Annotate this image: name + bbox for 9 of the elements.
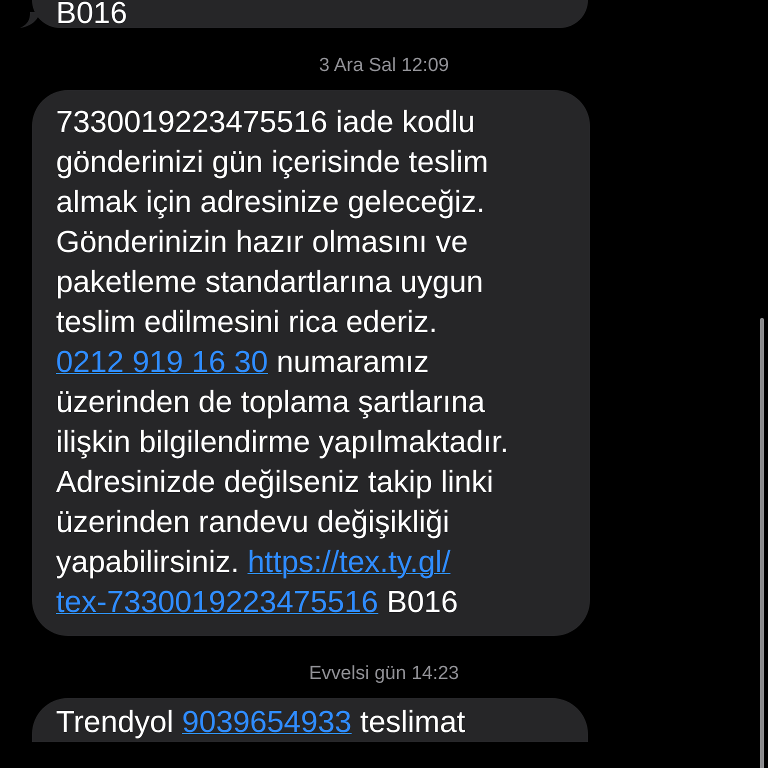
- message-bubble: Trendyol 9039654933 teslimat: [32, 698, 588, 742]
- message-link[interactable]: https://tex.ty.gl/: [248, 545, 450, 579]
- timestamp: Evvelsi gün 14:23: [308, 662, 460, 686]
- message-link[interactable]: 0212 919 16 30: [56, 345, 268, 379]
- message-bubble: 7330019223475516 iade kodlu gönderinizi gün içerisinde teslim almak için adresinize geleceğiz. Gönderinizin hazır olmasını ve paketleme standartlarına uygun teslim edilmesini rica ederiz. 0212 919 16 30 numaramız üzerinden de toplama şartlarına ilişkin bilgilendirme yapılmaktadır. Adresinizde değilseniz takip linki üzerinden randevu değişikliği yapabilirsiniz. https://tex.ty.gl/ tex-7330019223475516 B016: [32, 90, 590, 636]
- message-link[interactable]: tex-7330019223475516: [56, 585, 378, 619]
- message-link[interactable]: 9039654933: [182, 705, 352, 739]
- bubble-tail-icon: [20, 12, 40, 28]
- timestamp: 3 Ara Sal 12:09: [318, 54, 450, 78]
